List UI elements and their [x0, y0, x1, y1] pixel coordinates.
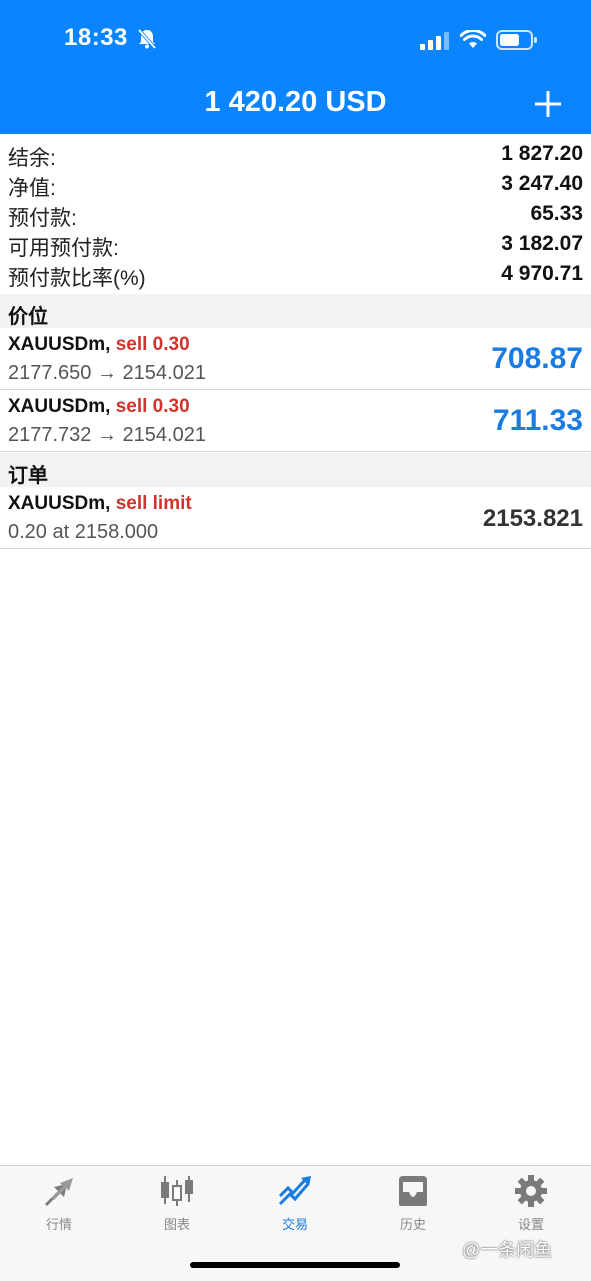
- tab-label: 行情: [45, 1217, 72, 1232]
- positions-section-header: 价位: [0, 294, 591, 328]
- order-side: sell limit: [115, 493, 192, 514]
- tab-label: 设置: [517, 1217, 544, 1232]
- candlestick-chart-icon: [161, 1176, 193, 1206]
- summary-value: 1 827.20: [501, 142, 583, 165]
- summary-row-free-margin: 可用预付款: 3 182.07: [0, 228, 591, 260]
- position-symbol: XAUUSDm,: [8, 396, 111, 417]
- position-side: sell 0.30: [115, 334, 190, 355]
- summary-row-balance: 结余: 1 827.20: [0, 138, 591, 170]
- order-detail: 0.20 at 2158.000: [8, 521, 159, 543]
- summary-row-margin-level: 预付款比率(%) 4 970.71: [0, 258, 591, 290]
- status-time: 18:33: [64, 24, 128, 51]
- quotes-arrows-icon: [45, 1178, 73, 1206]
- position-prices: 2177.650 → 2154.021: [8, 362, 206, 384]
- summary-value: 3 182.07: [501, 232, 583, 255]
- section-title: 价位: [8, 306, 48, 328]
- watermark: @一条闲鱼: [462, 1240, 553, 1260]
- position-row[interactable]: XAUUSDm, sell 0.30 2177.650 → 2154.021 7…: [0, 328, 591, 390]
- summary-row-equity: 净值: 3 247.40: [0, 168, 591, 200]
- battery-icon: [496, 30, 537, 50]
- summary-row-margin: 预付款: 65.33: [0, 198, 591, 230]
- tab-history[interactable]: 历史: [354, 1174, 472, 1234]
- summary-value: 4 970.71: [501, 262, 583, 285]
- tab-trade[interactable]: 交易: [236, 1174, 354, 1234]
- position-title: XAUUSDm, sell 0.30: [8, 396, 190, 418]
- order-symbol: XAUUSDm,: [8, 493, 111, 514]
- order-row[interactable]: XAUUSDm, sell limit 0.20 at 2158.000 215…: [0, 487, 591, 549]
- tab-charts[interactable]: 图表: [118, 1174, 236, 1234]
- orders-section-header: 订单: [0, 453, 591, 487]
- home-indicator[interactable]: [190, 1262, 400, 1268]
- position-profit: 711.33: [492, 404, 583, 437]
- position-row[interactable]: XAUUSDm, sell 0.30 2177.732 → 2154.021 7…: [0, 390, 591, 452]
- tab-label: 交易: [281, 1217, 308, 1232]
- tab-settings[interactable]: 设置: [472, 1174, 590, 1234]
- summary-value: 3 247.40: [501, 172, 583, 195]
- add-order-button[interactable]: [532, 88, 564, 120]
- order-title: XAUUSDm, sell limit: [8, 493, 192, 515]
- settings-gear-icon: [515, 1175, 547, 1207]
- tab-label: 图表: [163, 1217, 190, 1232]
- tab-quotes[interactable]: 行情: [0, 1174, 118, 1234]
- summary-label: 预付款比率(%): [8, 267, 146, 290]
- summary-value: 65.33: [530, 202, 583, 225]
- cellular-signal-icon: [420, 32, 449, 50]
- position-title: XAUUSDm, sell 0.30: [8, 334, 190, 356]
- account-summary: 结余: 1 827.20 净值: 3 247.40 预付款: 65.33 可用预…: [0, 134, 591, 294]
- section-title: 订单: [8, 465, 48, 487]
- position-profit: 708.87: [491, 342, 583, 375]
- trade-trend-icon: [278, 1176, 311, 1206]
- top-header: 18:33 1 420.20 USD: [0, 0, 591, 134]
- history-inbox-icon: [399, 1176, 427, 1206]
- position-side: sell 0.30: [115, 396, 190, 417]
- position-symbol: XAUUSDm,: [8, 334, 111, 355]
- position-prices: 2177.732 → 2154.021: [8, 424, 206, 446]
- muted-bell-icon: [137, 28, 157, 50]
- wifi-icon: [460, 30, 486, 48]
- balance-title: 1 420.20 USD: [204, 86, 387, 118]
- tab-label: 历史: [399, 1217, 426, 1232]
- order-current-price: 2153.821: [482, 505, 583, 532]
